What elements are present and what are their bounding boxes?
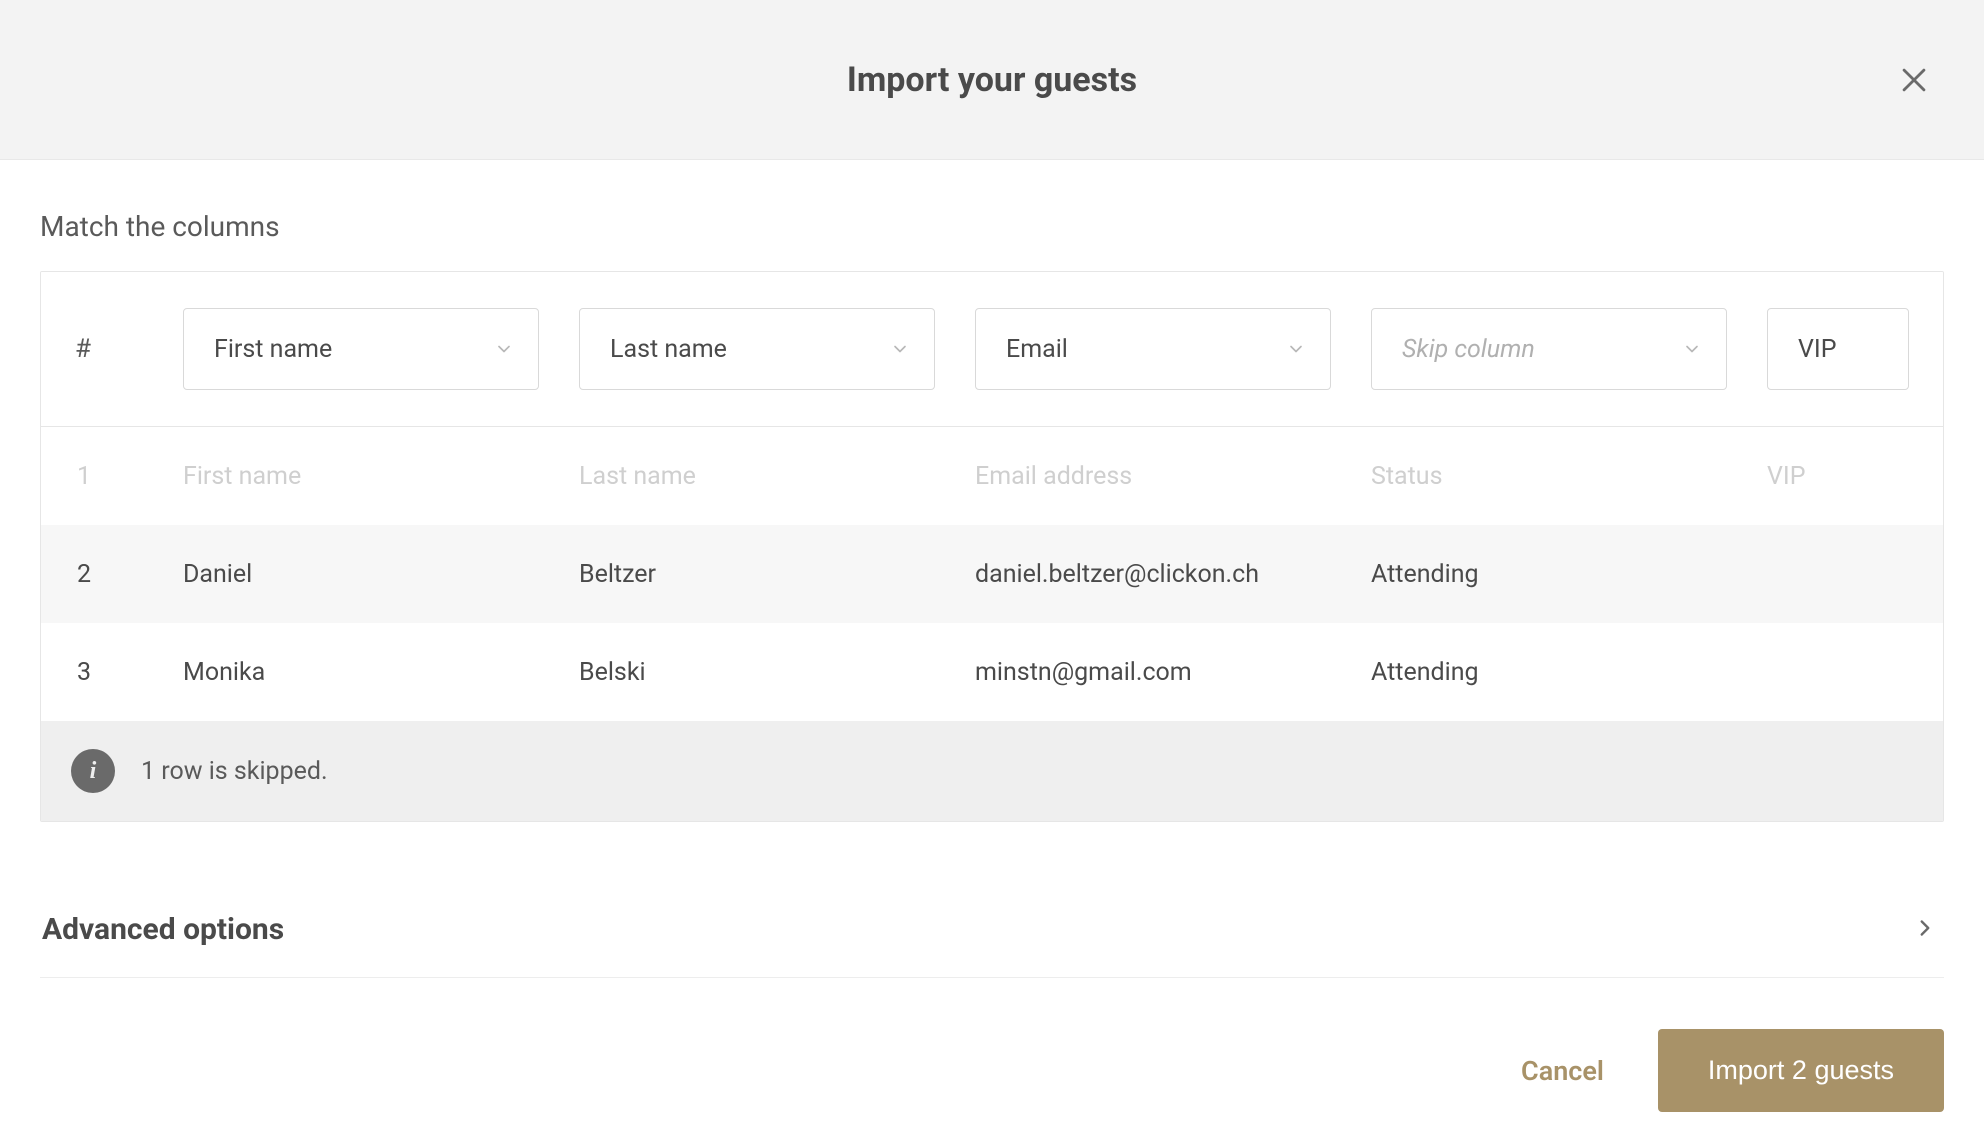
cell-status: Attending <box>1371 560 1767 589</box>
row-number: 2 <box>75 560 183 589</box>
match-columns-label: Match the columns <box>40 210 1944 243</box>
column-select-last-name[interactable]: Last name <box>579 308 935 390</box>
dialog-footer: Cancel Import 2 guests <box>0 1029 1984 1142</box>
cell-first-name: Daniel <box>183 560 579 589</box>
row-number: 3 <box>75 658 183 687</box>
cell-vip: VIP <box>1767 462 1909 491</box>
select-label: VIP <box>1798 335 1884 364</box>
column-selects-row: # First name Last name <box>41 272 1943 427</box>
chevron-down-icon <box>890 339 910 359</box>
cell-email: minstn@gmail.com <box>975 658 1371 687</box>
cell-first-name: Monika <box>183 658 579 687</box>
row-number: 1 <box>75 462 183 491</box>
cell-status: Attending <box>1371 658 1767 687</box>
dialog-header: Import your guests <box>0 0 1984 160</box>
chevron-down-icon <box>494 339 514 359</box>
chevron-down-icon <box>1286 339 1306 359</box>
cell-last-name: Belski <box>579 658 975 687</box>
cell-email: Email address <box>975 462 1371 491</box>
select-label: Skip column <box>1402 335 1682 364</box>
column-select-skip[interactable]: Skip column <box>1371 308 1727 390</box>
cell-last-name: Beltzer <box>579 560 975 589</box>
table-row: 3 Monika Belski minstn@gmail.com Attendi… <box>41 623 1943 721</box>
column-select-first-name[interactable]: First name <box>183 308 539 390</box>
cell-email: daniel.beltzer@clickon.ch <box>975 560 1371 589</box>
close-icon <box>1897 63 1931 97</box>
info-icon: i <box>71 749 115 793</box>
cell-status: Status <box>1371 462 1767 491</box>
table-row: 2 Daniel Beltzer daniel.beltzer@clickon.… <box>41 525 1943 623</box>
column-match-table: # First name Last name <box>40 271 1944 822</box>
info-bar: i 1 row is skipped. <box>41 721 1943 821</box>
cell-last-name: Last name <box>579 462 975 491</box>
column-select-vip[interactable]: VIP <box>1767 308 1909 390</box>
select-label: Last name <box>610 335 890 364</box>
info-text: 1 row is skipped. <box>141 757 328 786</box>
chevron-right-icon <box>1912 915 1938 945</box>
dialog-content: Match the columns # First name Last name <box>0 160 1984 978</box>
chevron-down-icon <box>1682 339 1702 359</box>
column-select-email[interactable]: Email <box>975 308 1331 390</box>
table-header-labels-row: 1 First name Last name Email address Sta… <box>41 427 1943 525</box>
hash-column-header: # <box>75 334 183 364</box>
select-label: First name <box>214 335 494 364</box>
cancel-button[interactable]: Cancel <box>1517 1045 1608 1097</box>
advanced-options-label: Advanced options <box>42 912 284 947</box>
close-button[interactable] <box>1894 60 1934 100</box>
cell-first-name: First name <box>183 462 579 491</box>
import-button[interactable]: Import 2 guests <box>1658 1029 1944 1112</box>
dialog-title: Import your guests <box>847 60 1137 100</box>
advanced-options-toggle[interactable]: Advanced options <box>40 912 1944 978</box>
select-label: Email <box>1006 335 1286 364</box>
